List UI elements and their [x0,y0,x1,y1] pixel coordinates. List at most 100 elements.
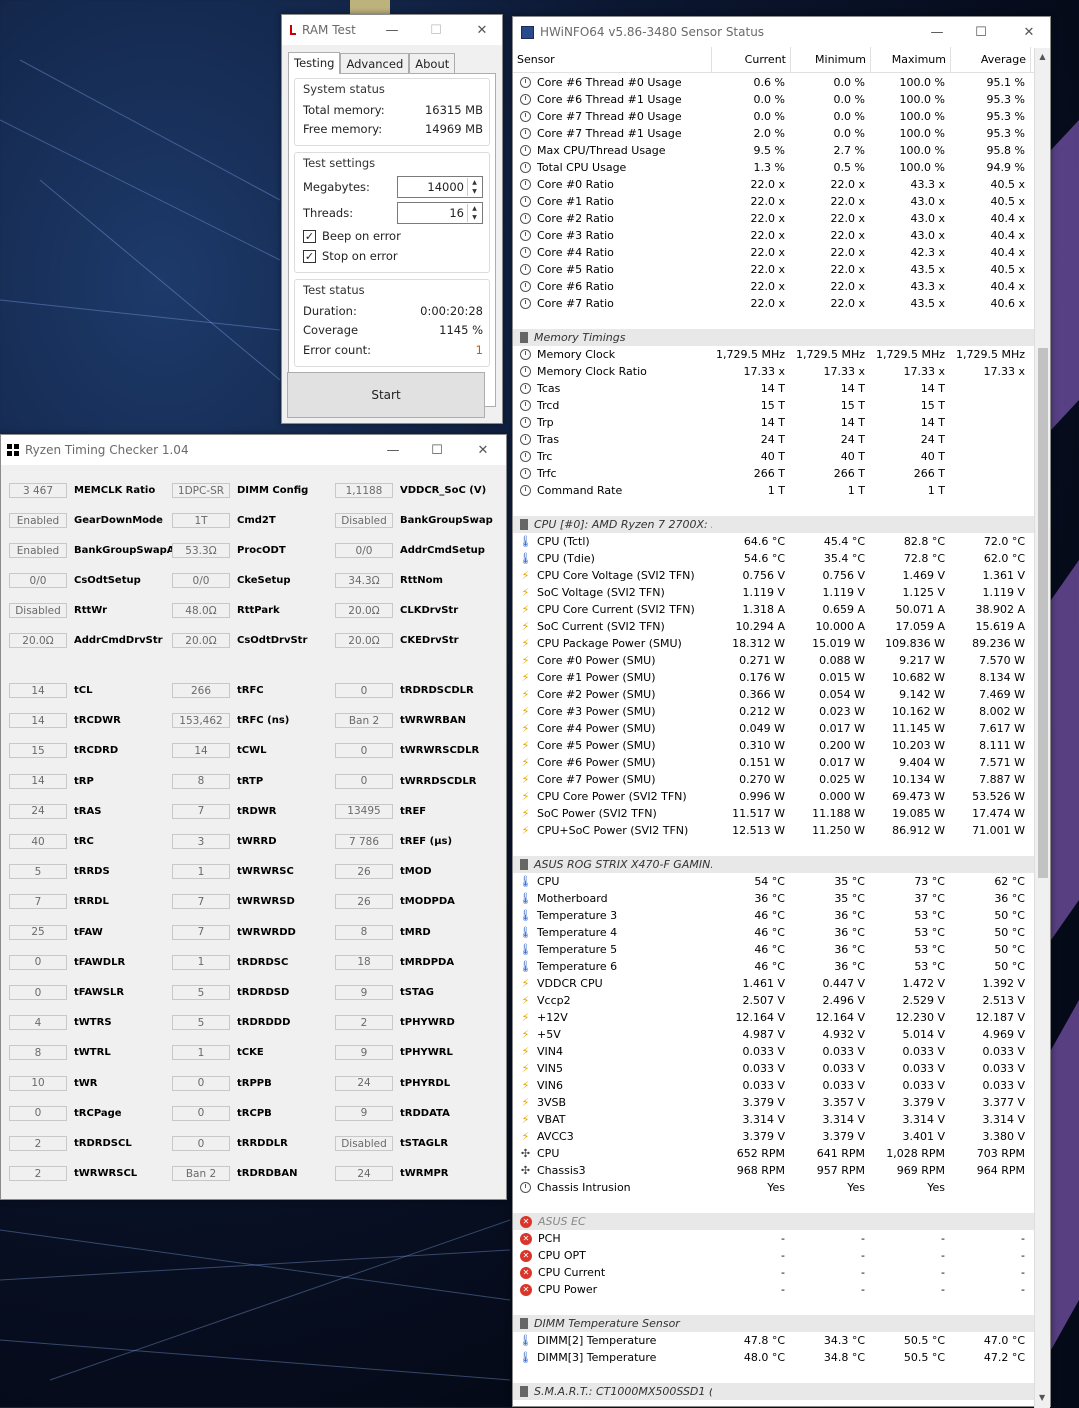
sensor-row[interactable]: Core #6 Ratio 22.0 x 22.0 x 43.3 x 40.4 x [513,278,1035,295]
sensor-row[interactable]: Core #3 Ratio 22.0 x 22.0 x 43.0 x 40.4 x [513,227,1035,244]
timing-value-field[interactable]: Ban 2 [172,1166,230,1182]
timing-value-field[interactable]: Ban 2 [335,713,393,729]
maximize-icon[interactable]: ☐ [414,15,458,45]
sensor-row[interactable]: ⚡ +12V 12.164 V 12.164 V 12.230 V 12.187 V [513,1009,1035,1026]
sensor-row[interactable]: Core #7 Thread #0 Usage 0.0 % 0.0 % 100.0 %… [513,108,1035,125]
scroll-up-icon[interactable]: ▲ [1035,52,1050,61]
sensor-row[interactable]: Core #2 Ratio 22.0 x 22.0 x 43.0 x 40.4 x [513,210,1035,227]
sensor-group-row[interactable]: CPU [#0]: AMD Ryzen 7 2700X: E... [513,516,1035,533]
minimize-icon[interactable]: — [370,15,414,45]
sensor-row[interactable]: ⚡ SoC Power (SVI2 TFN) 11.517 W 11.188 W 19.… [513,805,1035,822]
sensor-row[interactable]: Core #6 Thread #0 Usage 0.6 % 0.0 % 100.0 %… [513,74,1035,91]
sensor-row[interactable]: ⚡ VDDCR CPU 1.461 V 0.447 V 1.472 V 1.392 V [513,975,1035,992]
timing-value-field[interactable]: 1 [172,864,230,880]
timing-value-field[interactable]: 9 [335,1045,393,1061]
sensor-row[interactable]: ⚡ Core #3 Power (SMU) 0.212 W 0.023 W 10.162… [513,703,1035,720]
timing-value-field[interactable]: 20.0Ω [172,633,230,648]
sensor-group-row[interactable]: S.M.A.R.T.: CT1000MX500SSD1 ( [513,1383,1035,1400]
sensor-group-row[interactable]: DIMM Temperature Sensor [513,1315,1035,1332]
sensor-row[interactable]: ✣ Chassis3 968 RPM 957 RPM 969 RPM 964 RPM [513,1162,1035,1179]
sensor-row[interactable]: 🌡 CPU 54 °C 35 °C 73 °C 62 °C [513,873,1035,890]
timing-value-field[interactable]: 1,1188 [335,483,393,498]
timing-value-field[interactable]: Disabled [335,1136,393,1151]
timing-value-field[interactable]: Enabled [9,513,67,528]
sensor-row[interactable]: ⚡ Core #1 Power (SMU) 0.176 W 0.015 W 10.682… [513,669,1035,686]
sensor-row[interactable]: 🌡 Temperature 5 46 °C 36 °C 53 °C 50 °C [513,941,1035,958]
sensor-row[interactable]: Trcd 15 T 15 T 15 T [513,397,1035,414]
sensor-row[interactable]: ⚡ CPU Core Voltage (SVI2 TFN) 0.756 V 0.756… [513,567,1035,584]
timing-value-field[interactable]: 5 [172,985,230,1000]
threads-stepper[interactable]: 16 ▲ ▼ [397,202,483,224]
close-icon[interactable]: ✕ [460,15,504,45]
sensor-row[interactable]: Core #1 Ratio 22.0 x 22.0 x 43.0 x 40.5 x [513,193,1035,210]
stepper-arrows-icon[interactable]: ▲ ▼ [467,178,481,196]
sensor-row[interactable]: ⚡ SoC Voltage (SVI2 TFN) 1.119 V 1.119 V 1.1… [513,584,1035,601]
timing-value-field[interactable]: 9 [335,1105,393,1121]
sensor-row[interactable]: 🌡 Temperature 6 46 °C 36 °C 53 °C 50 °C [513,958,1035,975]
checkmark-icon[interactable]: ✓ [303,249,316,263]
timing-value-field[interactable]: 3 467 [9,483,67,498]
tab-advanced[interactable]: Advanced [340,53,410,73]
sensor-row[interactable]: ⚡ +5V 4.987 V 4.932 V 5.014 V 4.969 V [513,1026,1035,1043]
column-header-minimum[interactable]: Minimum [791,46,871,73]
timing-value-field[interactable]: 3 [172,834,230,849]
checkmark-icon[interactable]: ✓ [303,229,316,243]
sensor-row[interactable]: ✕ CPU Current - - - - [513,1264,1035,1281]
sensor-row[interactable]: Core #4 Ratio 22.0 x 22.0 x 42.3 x 40.4 x [513,244,1035,261]
sensor-row[interactable]: ⚡ VIN6 0.033 V 0.033 V 0.033 V 0.033 V [513,1077,1035,1094]
sensor-row[interactable]: ⚡ SoC Current (SVI2 TFN) 10.294 A 10.000 A 1… [513,618,1035,635]
sensor-row[interactable]: ⚡ VIN4 0.033 V 0.033 V 0.033 V 0.033 V [513,1043,1035,1060]
timing-value-field[interactable]: 0 [172,1075,230,1091]
timing-value-field[interactable]: 48.0Ω [172,603,230,618]
sensor-row[interactable]: ⚡ Core #0 Power (SMU) 0.271 W 0.088 W 9.217 … [513,652,1035,669]
timing-value-field[interactable]: 34.3Ω [335,573,393,588]
timing-value-field[interactable]: Disabled [9,603,67,618]
timing-value-field[interactable]: 1 [172,954,230,970]
sensor-row[interactable]: Tcas 14 T 14 T 14 T [513,380,1035,397]
timing-value-field[interactable]: 7 [172,803,230,819]
megabytes-stepper[interactable]: 14000 ▲ ▼ [397,176,483,198]
sensor-row[interactable]: 🌡 DIMM[3] Temperature 48.0 °C 34.8 °C 50.5 °… [513,1349,1035,1366]
sensor-group-row[interactable]: ✕ ASUS EC [513,1213,1035,1230]
beep-on-error-checkbox[interactable]: ✓ Beep on error [303,226,483,246]
timing-value-field[interactable]: 26 [335,864,393,880]
sensor-row[interactable]: ⚡ Core #4 Power (SMU) 0.049 W 0.017 W 11.145… [513,720,1035,737]
timing-value-field[interactable]: 0 [9,985,67,1000]
timing-value-field[interactable]: 13495 [335,803,393,819]
sensor-row[interactable]: 🌡 Temperature 4 46 °C 36 °C 53 °C 50 °C [513,924,1035,941]
timing-value-field[interactable]: 2 [9,1166,67,1182]
sensor-row[interactable]: ⚡ CPU Package Power (SMU) 18.312 W 15.019 W… [513,635,1035,652]
timing-value-field[interactable]: 24 [9,803,67,819]
timing-value-field[interactable]: 7 [172,894,230,910]
sensor-row[interactable]: Core #7 Ratio 22.0 x 22.0 x 43.5 x 40.6 x [513,295,1035,312]
sensor-row[interactable]: Total CPU Usage 1.3 % 0.5 % 100.0 % 94.9 % [513,159,1035,176]
sensor-row[interactable]: ⚡ VBAT 3.314 V 3.314 V 3.314 V 3.314 V [513,1111,1035,1128]
sensor-row[interactable]: ⚡ Core #2 Power (SMU) 0.366 W 0.054 W 9.142 … [513,686,1035,703]
timing-value-field[interactable]: 0 [9,1105,67,1121]
timing-value-field[interactable]: 8 [9,1045,67,1061]
sensor-row[interactable]: ✣ CPU 652 RPM 641 RPM 1,028 RPM 703 RPM [513,1145,1035,1162]
sensor-row[interactable]: Core #6 Thread #1 Usage 0.0 % 0.0 % 100.0 %… [513,91,1035,108]
sensor-row[interactable]: ⚡ Vccp2 2.507 V 2.496 V 2.529 V 2.513 V [513,992,1035,1009]
sensor-row[interactable]: ⚡ Core #7 Power (SMU) 0.270 W 0.025 W 10.134… [513,771,1035,788]
scrollbar-thumb[interactable] [1038,348,1048,878]
timing-value-field[interactable]: 53.3Ω [172,543,230,558]
sensor-row[interactable]: Trc 40 T 40 T 40 T [513,448,1035,465]
timing-value-field[interactable]: 8 [335,924,393,940]
timing-value-field[interactable]: 2 [335,1015,393,1031]
sensor-row[interactable]: 🌡 CPU (Tctl) 64.6 °C 45.4 °C 82.8 °C 72.0 °C [513,533,1035,550]
sensor-row[interactable]: Core #7 Thread #1 Usage 2.0 % 0.0 % 100.0 %… [513,125,1035,142]
timing-value-field[interactable]: 4 [9,1015,67,1031]
timing-value-field[interactable]: 1 [172,1045,230,1061]
timing-value-field[interactable]: 14 [9,773,67,789]
stepper-arrows-icon[interactable]: ▲ ▼ [467,204,481,222]
timing-value-field[interactable]: 20.0Ω [9,633,67,648]
hwinfo-titlebar[interactable]: HWiNFO64 v5.86-3480 Sensor Status — ☐ ✕ [513,17,1050,47]
timing-value-field[interactable]: 5 [9,864,67,880]
sensor-row[interactable]: Core #0 Ratio 22.0 x 22.0 x 43.3 x 40.5 x [513,176,1035,193]
column-header-current[interactable]: Current [712,46,791,73]
timing-value-field[interactable]: 153,462 [172,713,230,729]
timing-value-field[interactable]: 10 [9,1075,67,1091]
timing-value-field[interactable]: 0 [335,773,393,789]
ram-test-titlebar[interactable]: RAM Test — ☐ ✕ [282,15,502,45]
